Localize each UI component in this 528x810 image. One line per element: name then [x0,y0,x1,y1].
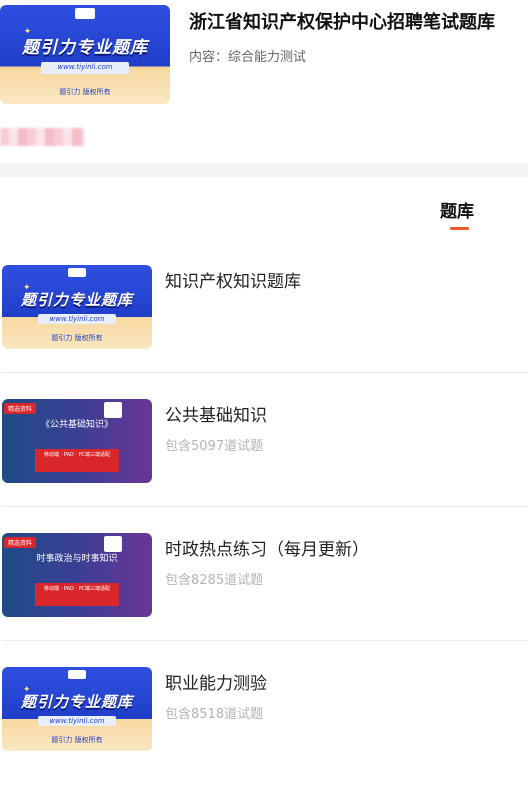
item-count: 包含8285道试题 [165,573,264,588]
cover-url-text: www.tiyinli.com [38,715,116,726]
page-title: 浙江省知识产权保护中心招聘笔试题库 [189,12,495,33]
item-cover-image: 精选资料 时事政治与时事知识 移动端 · PAD · PC端三端适配 [2,533,152,617]
logo-icon [104,536,122,552]
list-item[interactable]: 精选资料 《公共基础知识》 移动端 · PAD · PC端三端适配 公共基础知识… [0,399,528,533]
cover-copyright-text: 题引力 版权所有 [51,334,103,343]
item-cover-image: ✦ 题引力专业题库 www.tiyinli.com 题引力 版权所有 [2,265,152,349]
item-count: 包含8518道试题 [165,707,264,722]
list-item[interactable]: 精选资料 时事政治与时事知识 移动端 · PAD · PC端三端适配 时政热点练… [0,533,528,667]
cover-title-text: 时事政治与时事知识 [36,554,118,565]
item-cover-image: ✦ 题引力专业题库 www.tiyinli.com 题引力 版权所有 [2,667,152,751]
course-cover-image: ✦ 题引力专业题库 www.tiyinli.com 题引力 版权所有 [0,5,170,104]
item-cover-image: 精选资料 《公共基础知识》 移动端 · PAD · PC端三端适配 [2,399,152,483]
blurred-user-info [0,128,84,146]
cover-brand-text: 题引力专业题库 [20,290,133,309]
cover-tag: 精选资料 [4,537,37,548]
item-title: 知识产权知识题库 [165,272,301,292]
cover-copyright-text: 题引力 版权所有 [59,88,111,97]
logo-icon [104,402,122,418]
cover-feature-text: 移动端 · PAD · PC端三端适配 [35,449,119,472]
course-header: ✦ 题引力专业题库 www.tiyinli.com 题引力 版权所有 浙江省知识… [0,0,528,115]
cover-tag: 精选资料 [4,403,37,414]
cover-brand-text: 题引力专业题库 [20,692,133,711]
section-divider [0,163,528,177]
divider [2,372,528,373]
logo-icon [68,267,86,277]
divider [2,506,528,507]
logo-icon [74,7,96,19]
cover-title-text: 《公共基础知识》 [40,420,113,431]
cover-brand-text: 题引力专业题库 [22,37,148,58]
cover-url-text: www.tiyinli.com [38,313,116,324]
cover-url-text: www.tiyinli.com [40,62,130,75]
item-count: 包含5097道试题 [165,439,264,454]
item-title: 时政热点练习（每月更新） [165,540,369,560]
item-title: 公共基础知识 [165,406,267,426]
tab-question-bank[interactable]: 题库 [440,197,474,222]
tab-active-indicator [450,227,469,230]
divider [2,640,528,641]
list-item[interactable]: ✦ 题引力专业题库 www.tiyinli.com 题引力 版权所有 职业能力测… [0,667,528,801]
logo-icon [68,669,86,679]
cover-feature-text: 移动端 · PAD · PC端三端适配 [35,583,119,606]
item-title: 职业能力测验 [165,674,267,694]
list-item[interactable]: ✦ 题引力专业题库 www.tiyinli.com 题引力 版权所有 知识产权知… [0,265,528,399]
cover-copyright-text: 题引力 版权所有 [51,736,103,745]
page-subtitle: 内容：综合能力测试 [189,50,307,65]
